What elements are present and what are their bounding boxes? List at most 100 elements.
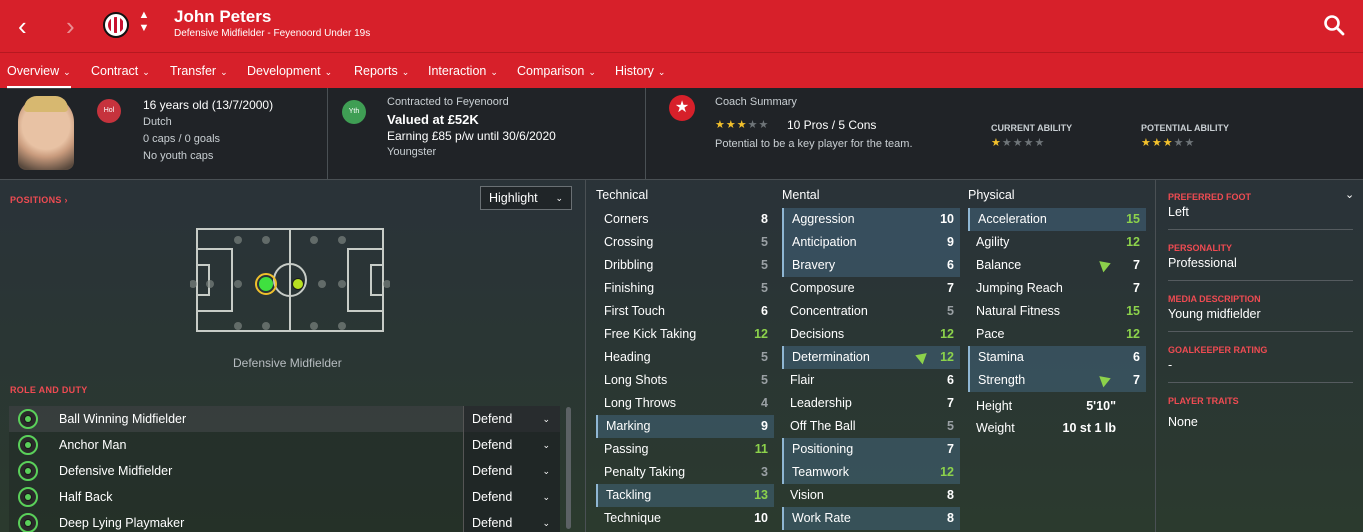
duty-select[interactable]: Defend ⌄: [463, 432, 560, 458]
position-marker-dm[interactable]: [259, 277, 273, 291]
divider: [1168, 229, 1353, 230]
role-row[interactable]: Half Back Defend ⌄: [9, 484, 560, 510]
attr-marking[interactable]: Marking 9: [596, 415, 774, 438]
position-marker-secondary[interactable]: [292, 278, 304, 290]
menu-history[interactable]: History ⌄: [615, 53, 665, 89]
current-ability-stars: ★★★★★: [991, 137, 1046, 149]
roles-scrollbar[interactable]: [566, 407, 571, 529]
chevron-down-icon[interactable]: ⌄: [1345, 188, 1354, 201]
potential-ability-label: POTENTIAL ABILITY: [1141, 123, 1230, 133]
menu-development[interactable]: Development ⌄: [247, 53, 332, 89]
role-row[interactable]: Anchor Man Defend ⌄: [9, 432, 560, 458]
attr-stamina[interactable]: Stamina 6: [968, 346, 1146, 369]
role-name: Deep Lying Playmaker: [59, 516, 185, 530]
attr-pace[interactable]: Pace 12: [968, 323, 1146, 346]
forward-icon[interactable]: ›: [66, 13, 88, 39]
role-rating-icon: [18, 409, 38, 429]
attr-first-touch[interactable]: First Touch 6: [596, 300, 774, 323]
attr-passing[interactable]: Passing 11: [596, 438, 774, 461]
attr-anticipation[interactable]: Anticipation 9: [782, 231, 960, 254]
role-row[interactable]: Ball Winning Midfielder Defend ⌄: [9, 406, 560, 432]
contract-label: Contracted to Feyenoord: [387, 96, 509, 108]
attr-decisions[interactable]: Decisions 12: [782, 323, 960, 346]
attr-vision[interactable]: Vision 8: [782, 484, 960, 507]
attr-leadership[interactable]: Leadership 7: [782, 392, 960, 415]
coach-stars: ★★★★★: [715, 119, 770, 131]
role-row[interactable]: Deep Lying Playmaker Defend ⌄: [9, 510, 560, 532]
attr-teamwork[interactable]: Teamwork 12: [782, 461, 960, 484]
weight-row: Weight 10 st 1 lb: [976, 421, 1116, 435]
attr-flair[interactable]: Flair 6: [782, 369, 960, 392]
role-row[interactable]: Defensive Midfielder Defend ⌄: [9, 458, 560, 484]
coach-star-icon: ★: [669, 95, 695, 121]
duty-select[interactable]: Defend ⌄: [463, 458, 560, 484]
positions-label[interactable]: POSITIONS ›: [10, 195, 68, 205]
youth-badge-icon: Yth: [342, 100, 366, 124]
duty-select[interactable]: Defend ⌄: [463, 484, 560, 510]
attr-free-kick-taking[interactable]: Free Kick Taking 12: [596, 323, 774, 346]
search-icon[interactable]: [1323, 14, 1345, 36]
highlight-select[interactable]: Highlight ⌄: [480, 186, 572, 210]
duty-select[interactable]: Defend ⌄: [463, 510, 560, 532]
attr-long-shots[interactable]: Long Shots 5: [596, 369, 774, 392]
divider: [1168, 331, 1353, 332]
current-ability-label: CURRENT ABILITY: [991, 123, 1073, 133]
attr-acceleration[interactable]: Acceleration 15: [968, 208, 1146, 231]
pros-cons[interactable]: 10 Pros / 5 Cons: [787, 118, 876, 132]
player-caps: 0 caps / 0 goals: [143, 133, 221, 145]
menu-comparison[interactable]: Comparison ⌄: [517, 53, 596, 89]
position-caption: Defensive Midfielder: [233, 356, 342, 370]
duty-select[interactable]: Defend ⌄: [463, 406, 560, 432]
attr-penalty-taking[interactable]: Penalty Taking 3: [596, 461, 774, 484]
player-traits-label: PLAYER TRAITS: [1168, 396, 1239, 406]
attr-work-rate[interactable]: Work Rate 8: [782, 507, 960, 530]
menu-interaction[interactable]: Interaction ⌄: [428, 53, 498, 89]
role-name: Ball Winning Midfielder: [59, 412, 187, 426]
menu-contract[interactable]: Contract ⌄: [91, 53, 150, 89]
menu-transfer[interactable]: Transfer ⌄: [170, 53, 228, 89]
player-earning: Earning £85 p/w until 30/6/2020: [387, 129, 556, 143]
menu-overview[interactable]: Overview ⌄: [7, 53, 71, 89]
nation-flag-icon[interactable]: Hol: [97, 99, 121, 123]
attr-concentration[interactable]: Concentration 5: [782, 300, 960, 323]
player-switch-icon[interactable]: ▲ ▼: [137, 9, 151, 39]
attr-corners[interactable]: Corners 8: [596, 208, 774, 231]
physical-title: Physical: [968, 188, 1015, 202]
squad-status: Youngster: [387, 146, 437, 158]
attr-finishing[interactable]: Finishing 5: [596, 277, 774, 300]
attr-bravery[interactable]: Bravery 6: [782, 254, 960, 277]
attr-natural-fitness[interactable]: Natural Fitness 15: [968, 300, 1146, 323]
attr-long-throws[interactable]: Long Throws 4: [596, 392, 774, 415]
player-value: Valued at £52K: [387, 112, 479, 127]
player-subtitle[interactable]: Defensive Midfielder - Feyenoord Under 1…: [174, 28, 370, 39]
attr-tackling[interactable]: Tackling 13: [596, 484, 774, 507]
media-description-value: Young midfielder: [1168, 307, 1261, 321]
back-icon[interactable]: ‹: [18, 13, 40, 39]
menu-reports[interactable]: Reports ⌄: [354, 53, 409, 89]
position-pitch: [190, 228, 390, 332]
trend-down-icon: [1099, 257, 1113, 273]
potential-ability-stars: ★★★★★: [1141, 137, 1196, 149]
role-duty-label: ROLE AND DUTY: [10, 385, 88, 395]
role-rating-icon: [18, 435, 38, 455]
attr-determination[interactable]: Determination 12: [782, 346, 960, 369]
preferred-foot-value: Left: [1168, 205, 1189, 219]
attr-technique[interactable]: Technique 10: [596, 507, 774, 530]
attr-balance[interactable]: Balance 7: [968, 254, 1146, 277]
club-badge-icon[interactable]: [103, 12, 129, 38]
attr-aggression[interactable]: Aggression 10: [782, 208, 960, 231]
height-row: Height 5'10": [976, 399, 1116, 413]
attr-jumping-reach[interactable]: Jumping Reach 7: [968, 277, 1146, 300]
attr-off-the-ball[interactable]: Off The Ball 5: [782, 415, 960, 438]
goalkeeper-rating-value: -: [1168, 358, 1173, 372]
attr-strength[interactable]: Strength 7: [968, 369, 1146, 392]
player-nationality[interactable]: Dutch: [143, 116, 172, 128]
role-rating-icon: [18, 487, 38, 507]
attr-positioning[interactable]: Positioning 7: [782, 438, 960, 461]
attr-composure[interactable]: Composure 7: [782, 277, 960, 300]
attr-heading[interactable]: Heading 5: [596, 346, 774, 369]
attr-agility[interactable]: Agility 12: [968, 231, 1146, 254]
player-youth-caps: No youth caps: [143, 150, 214, 162]
attr-dribbling[interactable]: Dribbling 5: [596, 254, 774, 277]
attr-crossing[interactable]: Crossing 5: [596, 231, 774, 254]
